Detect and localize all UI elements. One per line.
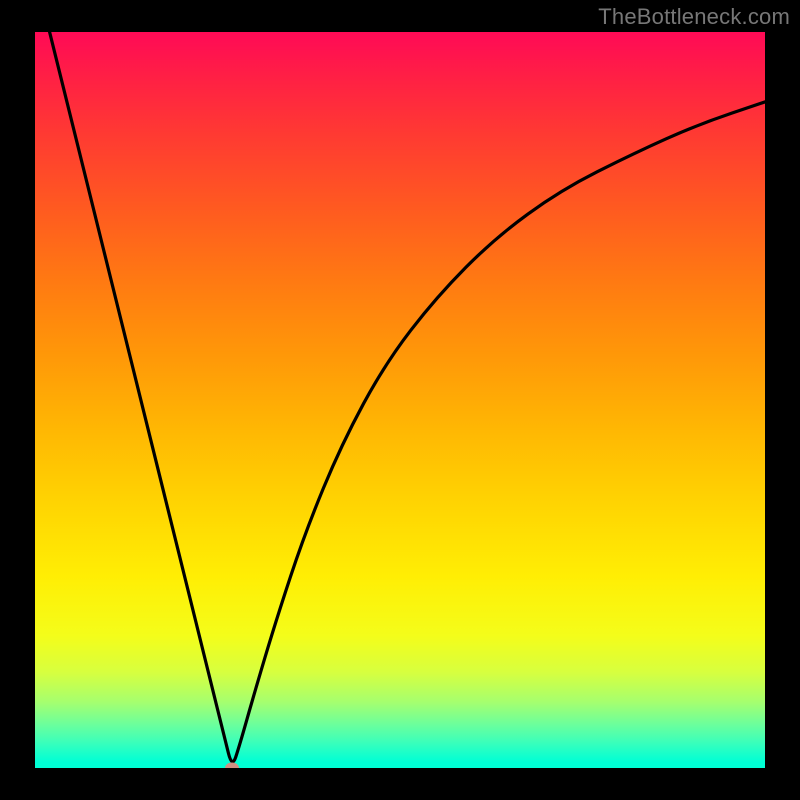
curve-svg — [35, 32, 765, 768]
plot-area — [35, 32, 765, 768]
chart-frame: TheBottleneck.com — [0, 0, 800, 800]
optimal-point-marker — [225, 763, 239, 769]
watermark-text: TheBottleneck.com — [598, 4, 790, 30]
bottleneck-curve — [35, 32, 765, 762]
